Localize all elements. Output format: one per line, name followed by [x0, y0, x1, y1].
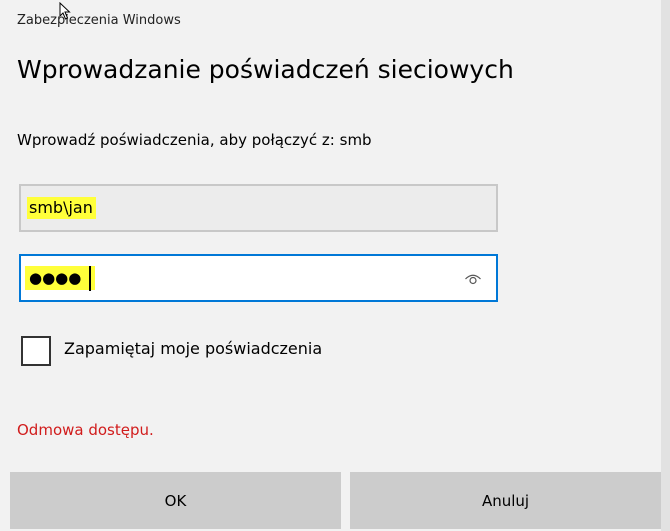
- dialog-title: Wprowadzanie poświadczeń sieciowych: [17, 55, 514, 84]
- cancel-button[interactable]: Anuluj: [350, 472, 661, 529]
- username-value: smb\jan: [27, 197, 96, 219]
- remember-checkbox-label[interactable]: Zapamiętaj moje poświadczenia: [64, 339, 322, 358]
- credentials-dialog: Zabezpieczenia Windows Wprowadzanie pośw…: [0, 0, 670, 531]
- password-masked-value: ●●●●: [29, 269, 82, 287]
- eye-icon[interactable]: [464, 270, 482, 286]
- username-field[interactable]: smb\jan: [19, 184, 498, 232]
- text-caret: [89, 266, 91, 291]
- dialog-subtitle: Wprowadź poświadczenia, aby połączyć z: …: [17, 131, 372, 149]
- window-edge: [661, 0, 670, 531]
- remember-checkbox[interactable]: [21, 336, 51, 366]
- ok-button[interactable]: OK: [10, 472, 341, 529]
- password-field[interactable]: ●●●●: [19, 254, 498, 302]
- error-message: Odmowa dostępu.: [17, 421, 154, 439]
- mouse-cursor-icon: [59, 2, 71, 20]
- window-header-title: Zabezpieczenia Windows: [17, 13, 181, 28]
